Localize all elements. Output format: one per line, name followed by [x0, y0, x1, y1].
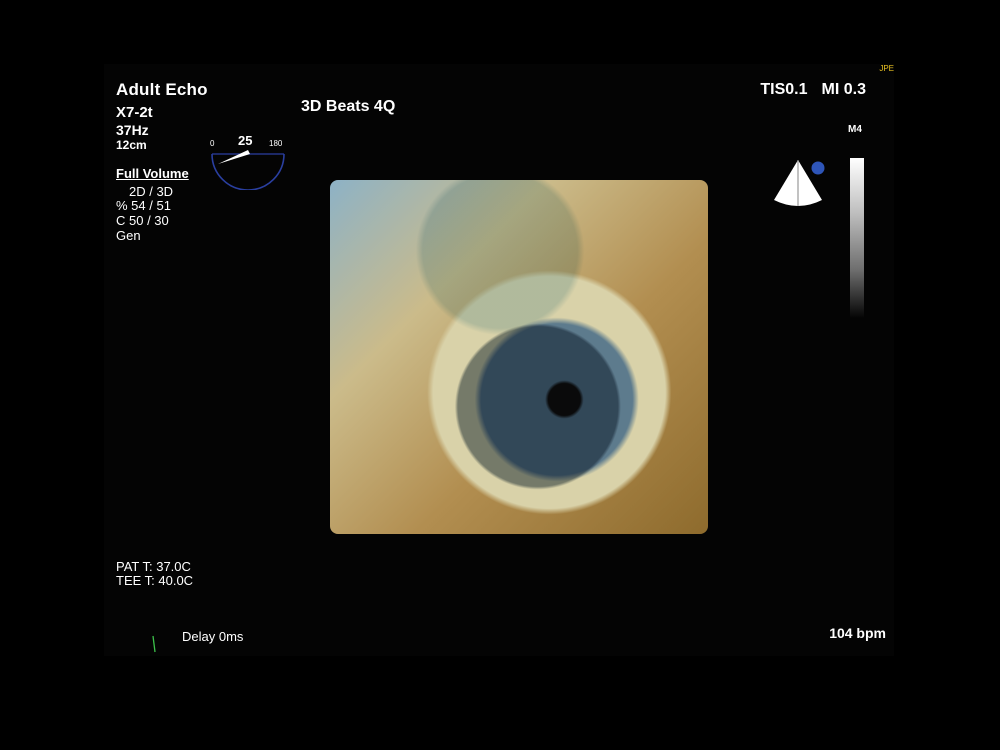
protractor-angle-label: 25: [238, 133, 252, 148]
view-label: 3D Beats 4Q: [301, 98, 396, 115]
acquisition-percent: % 54 / 51: [116, 198, 171, 213]
protractor-arc: [211, 153, 285, 190]
probe-label: X7-2t: [116, 104, 153, 121]
operator-initials: JPE: [879, 64, 894, 73]
acquisition-mode-title: Full Volume: [116, 166, 189, 181]
protractor-min-label: 0: [210, 139, 215, 148]
3d-volume-render[interactable]: [330, 180, 708, 534]
exam-mode-label: Adult Echo: [116, 80, 208, 99]
frame-rate-label: 37Hz: [116, 122, 149, 138]
acquisition-2d3d: 2D / 3D: [129, 184, 174, 199]
mi-value: MI 0.3: [821, 81, 866, 98]
acoustic-output-indices: TIS0.1 MI 0.3: [760, 81, 866, 99]
depth-label: 12cm: [116, 138, 147, 152]
patient-temperature: PAT T: 37.0C: [116, 559, 191, 574]
trigger-delay: Delay 0ms: [182, 629, 244, 644]
tee-probe-temperature: TEE T: 40.0C: [116, 573, 194, 588]
heart-rate: 104 bpm: [829, 625, 886, 641]
grayscale-bar: [850, 158, 864, 318]
acquisition-compression: C 50 / 30: [116, 213, 169, 228]
probe-orientation-icon: [774, 160, 825, 206]
ultrasound-screen: Adult Echo X7-2t 37Hz 12cm 0 180 25 3D B…: [104, 64, 894, 656]
tis-value: TIS0.1: [760, 81, 808, 98]
orientation-dot: [811, 161, 825, 175]
protractor-needle: [218, 150, 250, 164]
multiplane-angle-protractor: 0 180 25: [210, 133, 285, 190]
acquisition-preset: Gen: [116, 228, 141, 243]
protractor-max-label: 180: [269, 139, 283, 148]
grayscale-map-label: M4: [848, 124, 862, 135]
ecg-trigger-marker: [152, 635, 156, 653]
